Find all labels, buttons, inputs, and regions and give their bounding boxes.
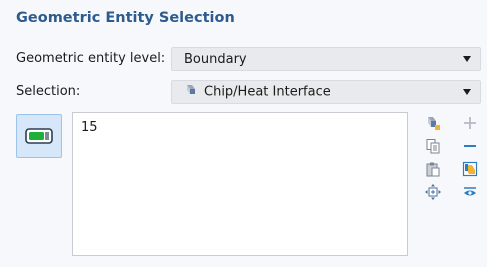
entity-level-dropdown[interactable]: Boundary — [171, 47, 481, 71]
named-selection-icon — [184, 83, 198, 101]
selection-listbox[interactable]: 15 — [72, 112, 408, 256]
remove-button[interactable] — [461, 137, 479, 155]
active-selection-toggle-icon — [25, 128, 53, 144]
clear-selection-button[interactable] — [461, 160, 479, 178]
section-title: Geometric Entity Selection — [16, 10, 235, 26]
remove-icon — [464, 145, 476, 147]
list-item[interactable]: 15 — [81, 120, 98, 135]
entity-level-label: Geometric entity level: — [16, 51, 166, 66]
clear-selection-icon — [462, 161, 478, 177]
add-button[interactable] — [461, 114, 479, 132]
selection-value-wrapper: Chip/Heat Interface — [184, 83, 463, 101]
selection-value: Chip/Heat Interface — [204, 84, 331, 100]
zoom-to-selection-icon — [425, 184, 441, 200]
add-icon — [464, 117, 476, 129]
show-selection-button[interactable] — [461, 183, 479, 201]
clipboard-button[interactable] — [424, 160, 442, 178]
clipboard-icon — [426, 162, 440, 177]
dropdown-arrow-icon — [463, 56, 471, 62]
paste-selection-button[interactable] — [424, 114, 442, 132]
dropdown-arrow-icon — [463, 89, 471, 95]
paste-selection-icon — [428, 117, 440, 130]
show-selection-icon — [464, 187, 476, 196]
selection-dropdown[interactable]: Chip/Heat Interface — [171, 80, 481, 104]
geometric-entity-selection-panel: Geometric Entity Selection Geometric ent… — [0, 0, 487, 267]
selection-label: Selection: — [16, 84, 81, 99]
zoom-to-selection-button[interactable] — [424, 183, 442, 201]
copy-selection-icon — [426, 139, 440, 154]
entity-level-value: Boundary — [184, 51, 247, 67]
copy-selection-button[interactable] — [424, 137, 442, 155]
active-selection-toggle-button[interactable] — [16, 114, 62, 158]
